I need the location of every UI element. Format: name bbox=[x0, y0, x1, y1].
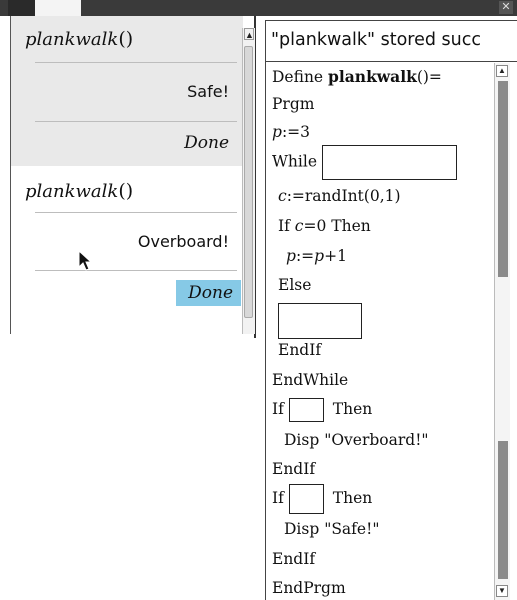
command-parens: () bbox=[118, 180, 134, 202]
scrollbar-thumb-lower[interactable] bbox=[498, 441, 508, 579]
close-icon[interactable]: ✕ bbox=[499, 1, 513, 14]
var-p: p bbox=[272, 123, 282, 141]
divider bbox=[35, 270, 237, 271]
program-name: plankwalk bbox=[328, 67, 417, 86]
keyword-if: If bbox=[272, 400, 284, 418]
command-parens: () bbox=[118, 28, 134, 50]
code-line-while[interactable]: While bbox=[272, 145, 457, 180]
code-line-if-c[interactable]: If c=0 Then bbox=[272, 217, 371, 235]
divider bbox=[35, 62, 237, 63]
code-line-else-blank[interactable] bbox=[272, 303, 362, 339]
scroll-down-icon[interactable]: ▼ bbox=[496, 585, 508, 597]
else-statement-blank[interactable] bbox=[278, 303, 362, 339]
status-message: "plankwalk" stored succ bbox=[265, 20, 517, 62]
title-bar: ✕ bbox=[0, 0, 517, 16]
scroll-up-icon[interactable]: ▲ bbox=[496, 65, 508, 77]
history-entry[interactable]: plankwalk() Safe! Done bbox=[11, 16, 243, 166]
if-condition-blank[interactable] bbox=[288, 484, 324, 514]
if-condition-tail: =0 Then bbox=[303, 217, 371, 235]
divider bbox=[35, 121, 237, 122]
randint-call: :=randInt(0,1) bbox=[286, 187, 401, 205]
history-output: Overboard! bbox=[137, 232, 229, 251]
assign-value: :=3 bbox=[281, 123, 311, 141]
scrollbar-thumb-upper[interactable] bbox=[498, 81, 508, 277]
divider bbox=[35, 212, 237, 213]
code-line-prgm[interactable]: Prgm bbox=[272, 95, 314, 113]
define-tail: ()= bbox=[416, 68, 442, 86]
code-line-if-safe[interactable]: If Then bbox=[272, 484, 372, 514]
var-p: p bbox=[286, 247, 296, 265]
code-line-endprgm[interactable]: EndPrgm bbox=[272, 579, 346, 597]
mouse-cursor-icon bbox=[78, 250, 93, 271]
calculator-scrollbar[interactable]: ▲ bbox=[242, 28, 255, 334]
while-condition-blank[interactable] bbox=[321, 145, 457, 180]
program-editor[interactable]: Define plankwalk()= Prgm p:=3 While c:=r… bbox=[265, 62, 517, 600]
keyword-if: If bbox=[278, 217, 295, 235]
var-c: c bbox=[278, 187, 287, 205]
code-line-c-assign[interactable]: c:=randInt(0,1) bbox=[272, 187, 401, 205]
keyword-while: While bbox=[272, 152, 318, 171]
code-line-disp-safe[interactable]: Disp "Safe!" bbox=[272, 520, 379, 538]
code-line-endif[interactable]: EndIf bbox=[272, 460, 315, 478]
scroll-up-icon[interactable]: ▲ bbox=[244, 28, 254, 40]
history-result[interactable]: Done bbox=[184, 133, 229, 153]
tab-inactive[interactable] bbox=[8, 0, 35, 16]
code-line-p-increment[interactable]: p:=p+1 bbox=[272, 247, 347, 265]
history-entry[interactable]: plankwalk() Overboard! Done bbox=[11, 166, 243, 334]
if-condition-blank[interactable] bbox=[288, 398, 324, 422]
editor-scrollbar[interactable]: ▲ ▼ bbox=[494, 63, 510, 600]
history-command[interactable]: plankwalk() bbox=[25, 28, 133, 50]
code-line-p-assign[interactable]: p:=3 bbox=[272, 123, 310, 141]
keyword-define: Define bbox=[272, 68, 329, 86]
history-result-selected[interactable]: Done bbox=[176, 280, 241, 306]
assign-op: := bbox=[295, 247, 315, 265]
code-line-endif[interactable]: EndIf bbox=[272, 550, 315, 568]
code-line-endif[interactable]: EndIf bbox=[272, 341, 321, 359]
keyword-then: Then bbox=[332, 489, 373, 507]
tab-active[interactable] bbox=[35, 0, 81, 16]
code-line-define[interactable]: Define plankwalk()= bbox=[272, 67, 442, 86]
code-line-if-overboard[interactable]: If Then bbox=[272, 398, 372, 422]
command-text: plankwalk bbox=[25, 29, 119, 50]
status-text: "plankwalk" stored succ bbox=[271, 30, 481, 50]
calculator-pane: plankwalk() Safe! Done plankwalk() Overb… bbox=[10, 16, 243, 334]
history-output: Safe! bbox=[187, 82, 229, 101]
code-line-endwhile[interactable]: EndWhile bbox=[272, 371, 348, 389]
code-line-disp-overboard[interactable]: Disp "Overboard!" bbox=[272, 431, 429, 449]
increment-tail: +1 bbox=[324, 247, 347, 265]
history-command[interactable]: plankwalk() bbox=[25, 180, 133, 202]
command-text: plankwalk bbox=[25, 181, 119, 202]
keyword-if: If bbox=[272, 489, 284, 507]
var-p: p bbox=[314, 247, 325, 265]
code-line-else[interactable]: Else bbox=[272, 276, 311, 294]
scrollbar-thumb[interactable] bbox=[244, 46, 253, 318]
keyword-then: Then bbox=[332, 400, 373, 418]
